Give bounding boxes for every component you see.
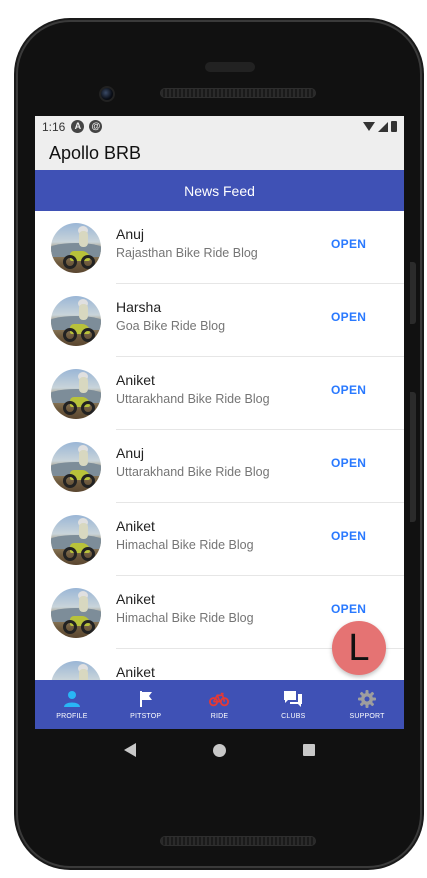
- news-feed-header: News Feed: [35, 170, 404, 211]
- open-button[interactable]: OPEN: [331, 602, 366, 616]
- feed-item-author: Aniket: [116, 591, 155, 607]
- avatar: [51, 295, 101, 346]
- status-bar: 1:16 A @: [35, 116, 404, 137]
- app-screen: 1:16 A @ Apollo BRB News Feed Anuj Rajast…: [35, 116, 404, 729]
- feed-item-author: Aniket: [116, 372, 155, 388]
- feed-item-subtitle: Uttarakhand Bike Ride Blog: [116, 465, 270, 479]
- tab-clubs[interactable]: CLUBS: [256, 680, 330, 729]
- open-button[interactable]: OPEN: [331, 456, 366, 470]
- tab-label: CLUBS: [281, 712, 306, 720]
- feed-item: Aniket Himachal Bike Ride Blog OPEN: [35, 503, 404, 576]
- status-time: 1:16: [42, 119, 66, 134]
- volume-button: [410, 392, 416, 522]
- home-icon[interactable]: [212, 743, 226, 757]
- feed-item: Anuj Rajasthan Bike Ride Blog OPEN: [35, 211, 404, 284]
- avatar: [51, 222, 101, 273]
- bicycle-icon: [209, 690, 230, 708]
- app-bar: Apollo BRB: [35, 137, 404, 170]
- feed-item-subtitle: Goa Bike Ride Blog: [116, 319, 226, 333]
- bottom-tab-bar: PROFILE PITSTOP RIDE CLUBS SUPPORT: [35, 680, 404, 729]
- feed-item: Harsha Goa Bike Ride Blog OPEN: [35, 284, 404, 357]
- feed-item: Aniket Uttarakhand Bike Ride Blog OPEN: [35, 357, 404, 430]
- open-button[interactable]: OPEN: [331, 529, 366, 543]
- system-nav-bar: [35, 729, 404, 771]
- fab-letter: L: [348, 627, 370, 669]
- person-icon: [62, 690, 82, 708]
- earpiece-slot: [205, 62, 255, 72]
- feed-item-author: Anuj: [116, 445, 145, 461]
- app-title: Apollo BRB: [49, 143, 142, 163]
- flag-icon: [136, 690, 156, 708]
- tab-label: SUPPORT: [349, 712, 385, 720]
- tab-profile[interactable]: PROFILE: [35, 680, 109, 729]
- front-camera: [99, 86, 115, 102]
- top-speaker-grille: [160, 88, 316, 98]
- feed-list[interactable]: Anuj Rajasthan Bike Ride Blog OPEN Harsha Go…: [35, 211, 404, 680]
- tab-pitstop[interactable]: PITSTOP: [109, 680, 183, 729]
- chat-icon: [283, 690, 303, 708]
- feed-item-subtitle: Uttarakhand Bike Ride Blog: [116, 392, 270, 406]
- recent-apps-icon[interactable]: [303, 744, 316, 756]
- tab-support[interactable]: SUPPORT: [330, 680, 404, 729]
- tab-label: RIDE: [210, 712, 229, 720]
- avatar: [51, 514, 101, 565]
- battery-icon: [391, 121, 397, 132]
- feed-item: Anuj Uttarakhand Bike Ride Blog OPEN: [35, 430, 404, 503]
- power-button: [410, 262, 416, 324]
- avatar: [51, 660, 101, 680]
- notification-a-icon: A: [71, 120, 85, 133]
- open-button[interactable]: OPEN: [331, 310, 366, 324]
- avatar: [51, 441, 101, 492]
- open-button[interactable]: OPEN: [331, 237, 366, 251]
- avatar: [51, 587, 101, 638]
- notification-at-icon: @: [89, 120, 103, 133]
- open-button[interactable]: OPEN: [331, 383, 366, 397]
- feed-item-author: Aniket: [116, 518, 155, 534]
- avatar: [51, 368, 101, 419]
- news-feed-label: News Feed: [184, 182, 255, 199]
- feed-item-subtitle: Rajasthan Bike Ride Blog: [116, 246, 258, 260]
- feed-item-subtitle: Himachal Bike Ride Blog: [116, 538, 254, 552]
- feed-item-author: Anuj: [116, 226, 145, 242]
- gear-icon: [357, 689, 377, 708]
- tab-ride[interactable]: RIDE: [183, 680, 257, 729]
- bottom-speaker-grille: [160, 836, 316, 846]
- tab-label: PITSTOP: [130, 712, 162, 720]
- user-initial-fab[interactable]: L: [332, 621, 386, 675]
- signal-icon: [378, 121, 388, 132]
- tab-label: PROFILE: [56, 712, 88, 720]
- back-icon[interactable]: [123, 743, 136, 757]
- feed-item-author: Aniket: [116, 664, 155, 680]
- wifi-icon: [363, 122, 375, 131]
- feed-item-author: Harsha: [116, 299, 162, 315]
- feed-item-subtitle: Himachal Bike Ride Blog: [116, 611, 254, 625]
